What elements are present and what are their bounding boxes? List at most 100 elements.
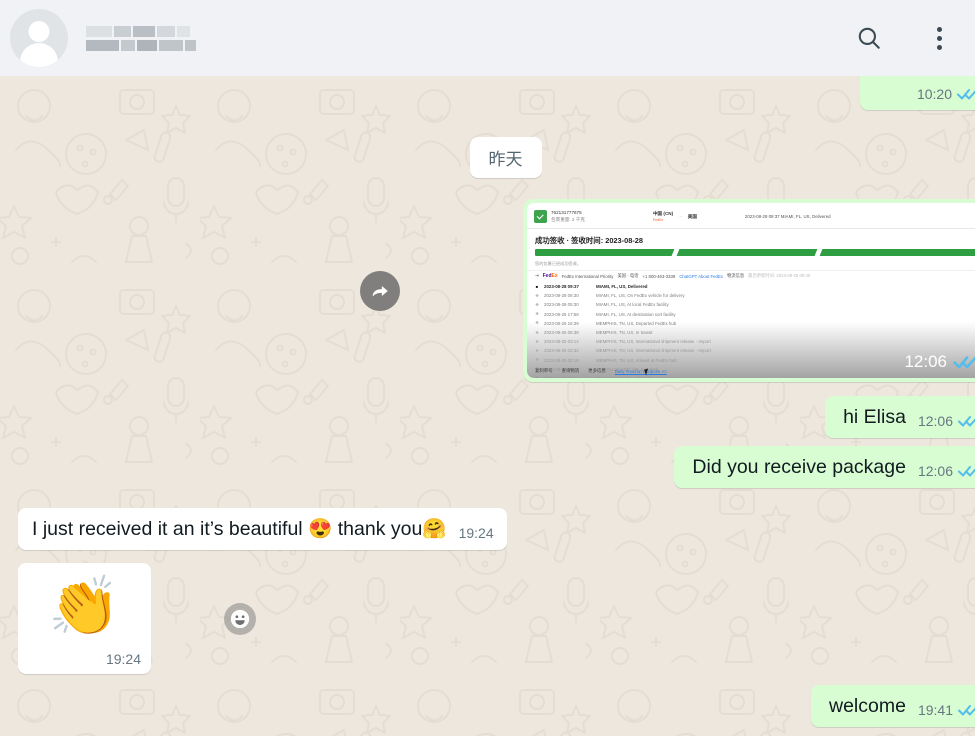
clapping-hands-sticker: 👏 xyxy=(48,574,121,639)
blur-chip xyxy=(114,25,131,37)
message-time: 10:20 xyxy=(916,86,952,102)
message-text: I just received it an it’s beautiful 😍 t… xyxy=(32,518,447,540)
origin-country-label: 中国 (CN) xyxy=(652,211,674,216)
message-meta: 12:06 xyxy=(918,463,975,479)
contact-name-blur-row xyxy=(86,25,196,37)
contact-name-redacted[interactable] xyxy=(86,25,196,51)
origin-country: 中国 (CN) FedEx xyxy=(653,211,673,222)
footer-link-more[interactable]: 更多信息 xyxy=(588,368,606,374)
carrier-arrow-icon: ⇥ xyxy=(535,273,539,278)
message-meta: 19:41 xyxy=(918,702,975,718)
menu-dot xyxy=(936,44,942,50)
message-row-image: 762131777675 包裹重量: 2 千克 中国 (CN) FedEx ⋯ xyxy=(18,199,975,382)
carrier-link[interactable]: ChatGPT About FedEx xyxy=(679,274,723,279)
message-row-sticker: 👏 19:24 xyxy=(18,563,975,674)
tracking-progress-bar xyxy=(535,249,975,256)
overflow-menu-icon[interactable] xyxy=(925,24,953,52)
tracking-status-title: 成功签收 · 签收时间: 2023-08-28 xyxy=(535,236,644,245)
message-row: Did you receive package 12:06 xyxy=(18,446,975,489)
tracking-event-row: ✥ 2023-08-28 05:30 MIAMI, FL, US, At loc… xyxy=(535,300,975,309)
avatar-head-shape xyxy=(28,21,50,42)
avatar[interactable] xyxy=(10,9,68,67)
event-dot-icon: ■ xyxy=(535,283,539,289)
progress-divider xyxy=(814,249,823,256)
message-meta: 10:20 xyxy=(917,86,975,102)
overflow-menu-dots xyxy=(936,26,942,50)
tracking-check-icon xyxy=(534,210,547,223)
tracking-event-row: ■ 2023-08-28 09:37 MIAMI, FL, US, Delive… xyxy=(535,282,975,291)
tracking-carrier-line: ⇥ FedEx FedEx International Priority 美国 … xyxy=(527,270,975,282)
event-datetime: 2023-08-25 17:58 xyxy=(544,311,579,317)
route-dash: ⋯ xyxy=(678,213,683,219)
carrier-full-name: FedEx International Priority xyxy=(561,273,614,279)
event-text: MIAMI, FL, US, At destination sort facil… xyxy=(596,311,676,317)
message-time: 19:41 xyxy=(917,702,953,719)
message-bubble-partial[interactable]: 10:20 xyxy=(860,76,975,110)
message-time: 19:24 xyxy=(458,525,494,542)
contact-name-blur-row xyxy=(86,39,196,51)
origin-carrier-label: FedEx xyxy=(652,218,664,222)
event-datetime: 2023-08-28 05:30 xyxy=(544,302,579,308)
message-row: I just received it an it’s beautiful 😍 t… xyxy=(18,508,975,551)
progress-divider xyxy=(671,249,680,256)
tracking-header: 762131777675 包裹重量: 2 千克 中国 (CN) FedEx ⋯ xyxy=(527,203,975,229)
package-meta: 包裹重量: 2 千克 xyxy=(551,216,585,222)
read-receipt-ticks xyxy=(958,414,975,428)
message-bubble-incoming-reply[interactable]: I just received it an it’s beautiful 😍 t… xyxy=(18,508,507,551)
event-text: MIAMI, FL, US, At local FedEx facility xyxy=(596,302,669,308)
message-bubble-hi-elisa[interactable]: hi Elisa 12:06 xyxy=(825,396,975,439)
message-text: hi Elisa xyxy=(843,406,906,428)
event-text: MIAMI, FL, US, Delivered xyxy=(596,284,648,290)
forward-message-button[interactable] xyxy=(360,271,400,311)
whatsapp-chat-screen: 10:20 昨天 762131777675 包裹重量: 2 千克 中国 (CN)… xyxy=(0,0,975,736)
event-datetime: 2023-08-28 09:37 xyxy=(544,284,579,290)
blur-chip xyxy=(185,39,196,51)
tracking-event-row: ✥ 2023-08-25 17:58 MIAMI, FL, US, At des… xyxy=(535,310,975,319)
event-text: MIAMI, FL, US, On FedEx vehicle for deli… xyxy=(596,293,685,299)
blur-chip xyxy=(121,39,135,51)
blur-chip xyxy=(137,39,157,51)
read-receipt-ticks xyxy=(953,354,975,370)
event-datetime: 2023-08-28 08:30 xyxy=(544,293,579,299)
menu-dot xyxy=(936,35,942,41)
message-bubble-did-you-receive-package[interactable]: Did you receive package 12:06 xyxy=(674,446,975,489)
footer-link-query[interactable]: 查询物流 xyxy=(562,368,580,374)
blur-chip xyxy=(133,25,155,37)
tracking-progress-note: 您的包裹已经成功签收。 xyxy=(535,261,582,266)
message-time: 12:06 xyxy=(917,413,953,430)
event-dot-icon: ✥ xyxy=(535,311,539,317)
image-message-bubble[interactable]: 762131777675 包裹重量: 2 千克 中国 (CN) FedEx ⋯ xyxy=(523,199,975,382)
carrier-updated: 最后更新时间: 2023-08-28 09:40 xyxy=(748,273,811,278)
header-actions xyxy=(855,24,953,52)
event-dot-icon: ✥ xyxy=(535,292,539,298)
message-time: 19:24 xyxy=(105,651,141,667)
chat-message-list[interactable]: 10:20 昨天 762131777675 包裹重量: 2 千克 中国 (CN)… xyxy=(0,76,975,736)
message-row: hi Elisa 12:06 xyxy=(18,396,975,439)
footer-link-copy[interactable]: 复制单号 xyxy=(535,368,553,374)
blur-chip xyxy=(86,39,119,51)
sticker-message-bubble[interactable]: 👏 19:24 xyxy=(18,563,151,674)
smiley-react-icon[interactable] xyxy=(224,603,256,635)
message-row: welcome 19:41 xyxy=(18,685,975,728)
read-receipt-ticks xyxy=(958,464,975,478)
message-bubble-welcome[interactable]: welcome 19:41 xyxy=(811,685,975,728)
fedex-logo-text: FedEx xyxy=(542,273,558,279)
message-meta: 12:06 xyxy=(918,413,975,429)
tracking-event-row: ✥ 2023-08-28 08:30 MIAMI, FL, US, On Fed… xyxy=(535,291,975,300)
search-icon[interactable] xyxy=(855,24,883,52)
avatar-body-shape xyxy=(20,43,58,67)
message-meta: 19:24 xyxy=(459,525,494,541)
messages-container: 10:20 昨天 762131777675 包裹重量: 2 千克 中国 (CN)… xyxy=(0,76,975,736)
message-text: welcome xyxy=(829,695,906,717)
blur-chip xyxy=(157,25,175,37)
chat-header xyxy=(0,0,975,76)
tracking-number-block: 762131777675 包裹重量: 2 千克 xyxy=(551,210,585,223)
footer-link-coupons[interactable]: Daily Amazon Coupons >> xyxy=(615,369,667,374)
tracking-number: 762131777675 xyxy=(551,209,582,215)
tracking-screenshot-image[interactable]: 762131777675 包裹重量: 2 千克 中国 (CN) FedEx ⋯ xyxy=(527,203,975,378)
event-dot-icon: ✥ xyxy=(535,301,539,307)
carrier-tail: 物流信息 xyxy=(726,273,745,278)
menu-dot xyxy=(936,26,942,32)
message-text: Did you receive package xyxy=(692,456,906,478)
destination-country: 美国 xyxy=(687,213,697,219)
